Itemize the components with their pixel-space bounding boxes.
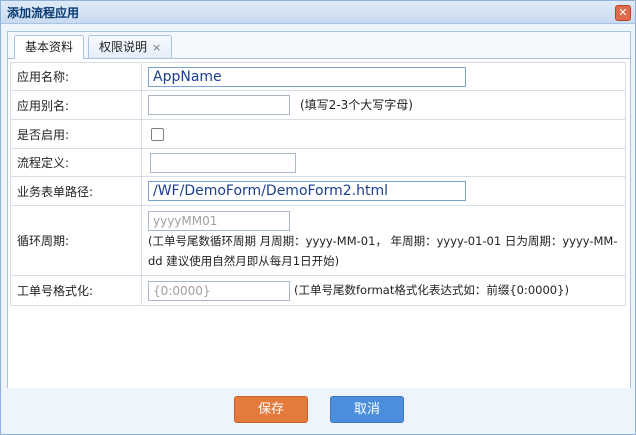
app-alias-label: 应用别名:	[10, 90, 142, 120]
cycle-label: 循环周期:	[10, 205, 142, 276]
order-format-label: 工单号格式化:	[10, 275, 142, 306]
form-path-cell: /WF/DemoForm/DemoForm2.html	[141, 176, 626, 206]
add-flow-app-dialog: 添加流程应用 ✕ 基本资料 权限说明 × 应用名称: AppName 应用别名: …	[0, 0, 636, 435]
app-alias-cell: (填写2-3个大写字母)	[141, 90, 626, 120]
dialog-title: 添加流程应用	[7, 5, 80, 20]
tab-close-icon[interactable]: ×	[152, 41, 161, 54]
form-path-input[interactable]: /WF/DemoForm/DemoForm2.html	[148, 181, 466, 201]
row-app-name: 应用名称: AppName	[10, 62, 626, 91]
row-form-path: 业务表单路径: /WF/DemoForm/DemoForm2.html	[10, 176, 626, 206]
save-button[interactable]: 保存	[234, 396, 308, 423]
app-alias-input[interactable]	[148, 95, 290, 115]
tab-permission-info[interactable]: 权限说明 ×	[88, 35, 173, 58]
dialog-titlebar: 添加流程应用	[1, 1, 635, 24]
cycle-hint: (工单号尾数循环周期 月周期：yyyy-MM-01， 年周期：yyyy-01-0…	[148, 233, 618, 268]
enabled-checkbox[interactable]	[151, 128, 164, 141]
row-flow-def: 流程定义:	[10, 148, 626, 177]
app-name-cell: AppName	[141, 62, 626, 91]
form-path-label: 业务表单路径:	[10, 176, 142, 206]
tab-basic-info-label: 基本资料	[25, 40, 74, 54]
order-format-input[interactable]: {0:0000}	[148, 280, 290, 301]
flow-def-label: 流程定义:	[10, 148, 142, 177]
tabs-header: 基本资料 权限说明 ×	[8, 32, 630, 59]
order-format-hint: (工单号尾数format格式化表达式如：前缀{0:0000})	[294, 283, 569, 297]
cycle-cell: yyyyMM01 (工单号尾数循环周期 月周期：yyyy-MM-01， 年周期：…	[141, 205, 626, 276]
cycle-input[interactable]: yyyyMM01	[148, 210, 290, 231]
order-format-cell: {0:0000} (工单号尾数format格式化表达式如：前缀{0:0000})	[141, 275, 626, 306]
tab-permission-info-label: 权限说明	[99, 40, 148, 54]
enabled-label: 是否启用:	[10, 119, 142, 149]
app-alias-hint: (填写2-3个大写字母)	[300, 97, 413, 112]
row-cycle: 循环周期: yyyyMM01 (工单号尾数循环周期 月周期：yyyy-MM-01…	[10, 205, 626, 276]
close-icon[interactable]: ✕	[615, 5, 631, 21]
tab-panel: 基本资料 权限说明 × 应用名称: AppName 应用别名: (填写2-3个大写…	[7, 31, 631, 389]
enabled-cell	[141, 119, 626, 149]
dialog-footer: 保存 取消	[1, 388, 635, 434]
flow-def-input[interactable]	[150, 152, 296, 173]
flow-def-cell	[141, 148, 626, 177]
app-form: 应用名称: AppName 应用别名: (填写2-3个大写字母) 是否启用: 流…	[10, 62, 626, 306]
app-name-input[interactable]: AppName	[148, 66, 466, 87]
order-format-placeholder: {0:0000}	[153, 283, 211, 298]
cancel-button[interactable]: 取消	[330, 396, 404, 423]
tab-basic-info[interactable]: 基本资料	[14, 35, 85, 59]
row-enabled: 是否启用:	[10, 119, 626, 149]
app-name-label: 应用名称:	[10, 62, 142, 91]
row-order-format: 工单号格式化: {0:0000} (工单号尾数format格式化表达式如：前缀{0…	[10, 275, 626, 306]
row-app-alias: 应用别名: (填写2-3个大写字母)	[10, 90, 626, 120]
cycle-placeholder: yyyyMM01	[153, 213, 218, 228]
